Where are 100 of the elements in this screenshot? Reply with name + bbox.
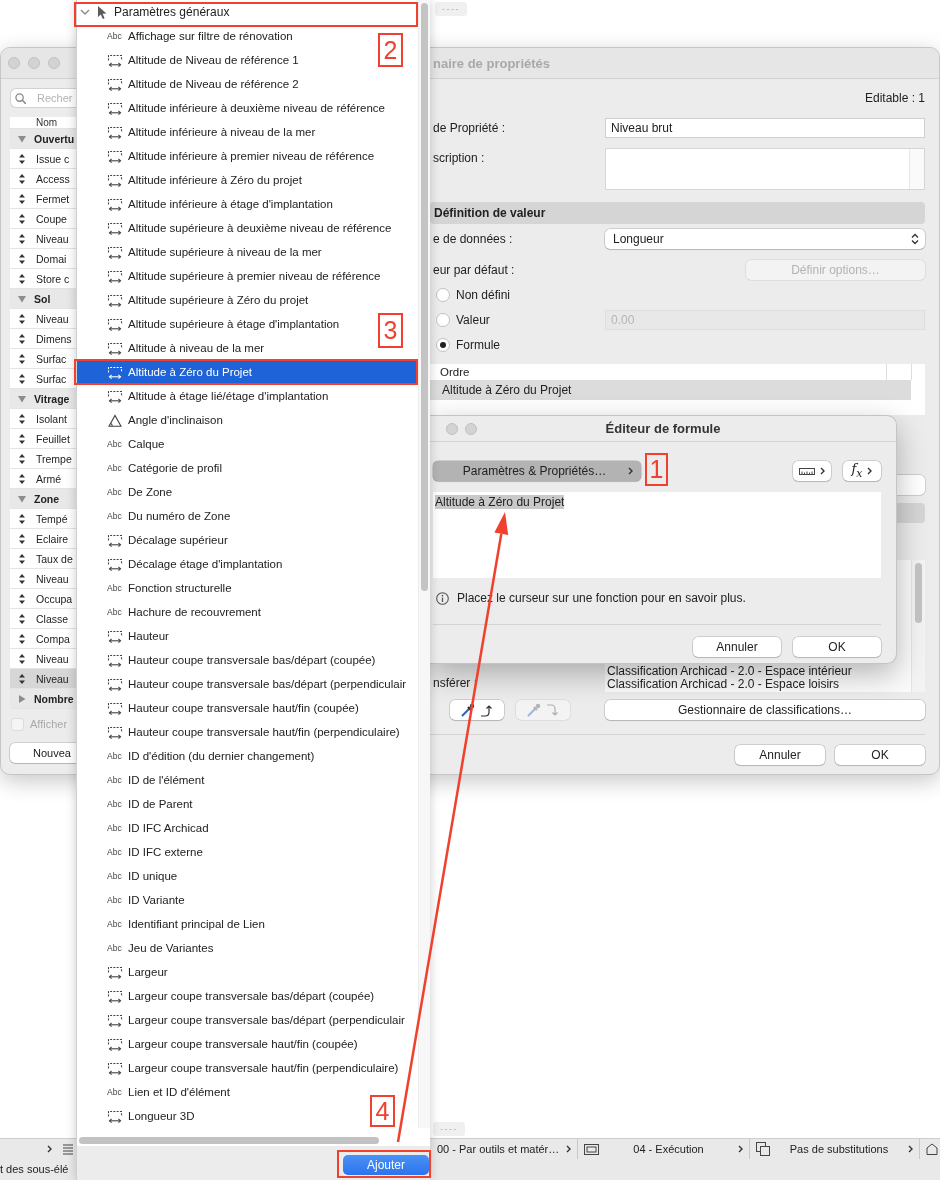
parameter-item[interactable]: Hauteur coupe transversale haut/fin (coupée) xyxy=(77,696,363,720)
stacked-lines-icon[interactable] xyxy=(62,1143,74,1155)
table-row[interactable]: Altitude à Zéro du Projet xyxy=(430,380,911,400)
house-icon[interactable] xyxy=(926,1143,938,1155)
parameter-item[interactable]: Hauteur xyxy=(77,624,173,648)
dialog-button[interactable]: OK xyxy=(793,637,881,657)
parameter-item[interactable]: Altitude de Niveau de référence 2 xyxy=(77,72,303,96)
parameter-item[interactable]: Altitude supérieure à deuxième niveau de référence xyxy=(77,216,396,240)
parameter-item[interactable]: Largeur coupe transversale haut/fin (perpendiculaire) xyxy=(77,1056,403,1080)
classification-item[interactable]: Classification Archicad - 2.0 - Espace loisirs xyxy=(607,678,840,691)
classification-item[interactable]: Classification Archicad - 2.0 - Espace intérieur xyxy=(607,665,852,678)
parameter-item[interactable]: Décalage supérieur xyxy=(77,528,232,552)
parameter-item[interactable]: Altitude inférieure à deuxième niveau de référence xyxy=(77,96,389,120)
parameter-item[interactable]: Largeur coupe transversale bas/départ (coupée) xyxy=(77,984,379,1008)
radio-button[interactable] xyxy=(436,313,450,327)
parameter-item[interactable]: Abc ID d'édition (du dernier changement) xyxy=(77,744,319,768)
parameter-item[interactable]: Altitude inférieure à niveau de la mer xyxy=(77,120,320,144)
parameter-item[interactable]: Abc ID unique xyxy=(77,864,182,888)
parameter-item[interactable]: Abc Jeu de Variantes xyxy=(77,936,218,960)
parameter-item[interactable]: Angle d'inclinaison xyxy=(77,408,227,432)
parameter-item[interactable]: Abc Calque xyxy=(77,432,169,456)
radio-button[interactable] xyxy=(436,288,450,302)
new-button[interactable]: Nouvea xyxy=(10,743,76,763)
parameter-item[interactable]: Abc Fonction structurelle xyxy=(77,576,236,600)
dialog-button[interactable]: Annuler xyxy=(693,637,781,657)
parameter-item[interactable]: Altitude supérieure à premier niveau de référence xyxy=(77,264,385,288)
parameter-item[interactable]: Altitude supérieure à étage d'implantation xyxy=(77,312,344,336)
parameter-item[interactable]: Altitude à étage lié/étage d'implantation xyxy=(77,384,333,408)
scrollbar-thumb[interactable] xyxy=(421,3,428,591)
data-type-select[interactable]: Longueur xyxy=(605,229,925,249)
parameters-menu-button[interactable]: Paramètres & Propriétés… xyxy=(433,461,641,481)
parameter-item[interactable]: Abc Identifiant principal de Lien xyxy=(77,912,269,936)
parameter-item[interactable]: Abc Du numéro de Zone xyxy=(77,504,235,528)
transfer-button[interactable] xyxy=(450,700,504,720)
group-row[interactable]: Zone xyxy=(10,489,76,509)
radio-option[interactable]: Non défini xyxy=(430,288,511,302)
parameter-item[interactable]: Abc Lien et ID d'élément xyxy=(77,1080,234,1104)
parameter-item[interactable]: Abc De Zone xyxy=(77,480,177,504)
parameter-item[interactable]: Altitude de Niveau de référence 1 xyxy=(77,48,303,72)
status-dropdown[interactable]: 04 - Exécution xyxy=(578,1139,750,1159)
parameter-item[interactable]: Abc Affichage sur filtre de rénovation xyxy=(77,24,297,48)
window-control-icon[interactable] xyxy=(28,57,40,69)
parameter-item[interactable]: Hauteur coupe transversale bas/départ (perpendiculair xyxy=(77,672,411,696)
property-row[interactable]: Niveau xyxy=(10,669,76,689)
radio-option[interactable]: Formule xyxy=(430,338,500,352)
parameter-item[interactable]: Décalage étage d'implantation xyxy=(77,552,287,576)
classification-manager-button[interactable]: Gestionnaire de classifications… xyxy=(605,700,925,720)
parameter-item[interactable]: Abc ID de Parent xyxy=(77,792,197,816)
radio-button[interactable] xyxy=(436,338,450,352)
parameter-item[interactable]: Largeur coupe transversale bas/départ (perpendiculair xyxy=(77,1008,409,1032)
radio-option[interactable]: Valeur xyxy=(430,313,490,327)
parameter-item[interactable]: Altitude inférieure à Zéro du projet xyxy=(77,168,306,192)
group-header[interactable]: Paramètres généraux xyxy=(77,0,418,24)
description-field[interactable] xyxy=(605,148,925,190)
status-dropdown[interactable]: Pas de substitutions xyxy=(750,1139,920,1159)
parameter-item[interactable]: Abc ID IFC externe xyxy=(77,840,207,864)
dimension-icon xyxy=(107,557,123,571)
units-menu-button[interactable] xyxy=(793,461,831,481)
disclosure-triangle-icon[interactable] xyxy=(18,134,26,143)
parameter-item[interactable]: Abc ID Variante xyxy=(77,888,189,912)
window-control-icon[interactable] xyxy=(8,57,20,69)
parameter-item[interactable]: Abc ID IFC Archicad xyxy=(77,816,213,840)
disclosure-triangle-icon[interactable] xyxy=(18,494,26,503)
parameter-item[interactable]: Longueur 3D xyxy=(77,1104,199,1128)
parameter-item[interactable]: Largeur coupe transversale haut/fin (coupée) xyxy=(77,1032,362,1056)
parameter-item[interactable]: Abc Catégorie de profil xyxy=(77,456,226,480)
dialog-button[interactable]: OK xyxy=(835,745,925,765)
parameter-item[interactable]: Altitude supérieure à Zéro du projet xyxy=(77,288,313,312)
functions-menu-button[interactable]: f$_{x}$ xyxy=(843,461,881,481)
formula-field[interactable]: Altitude à Zéro du Projet xyxy=(433,492,881,578)
window-control-icon[interactable] xyxy=(48,57,60,69)
chevron-right-icon[interactable] xyxy=(47,1145,52,1153)
add-button[interactable]: Ajouter xyxy=(343,1155,429,1175)
parameter-item[interactable]: Altitude à Zéro du Projet xyxy=(77,360,418,384)
parameter-item[interactable]: Abc ID de l'élément xyxy=(77,768,209,792)
chevron-down-icon[interactable] xyxy=(80,7,90,17)
parameter-item[interactable]: Largeur xyxy=(77,960,172,984)
group-row[interactable]: Vitrage xyxy=(10,389,76,409)
property-name-field[interactable]: Niveau brut xyxy=(605,118,925,138)
column-header[interactable]: Ordre xyxy=(430,364,470,380)
group-row[interactable]: Sol xyxy=(10,289,76,309)
window-control-icon[interactable] xyxy=(465,422,477,435)
disclosure-triangle-icon[interactable] xyxy=(18,394,26,403)
parameter-item[interactable]: Hauteur coupe transversale haut/fin (perpendiculaire) xyxy=(77,720,404,744)
parameter-item[interactable]: Abc Hachure de recouvrement xyxy=(77,600,265,624)
parameter-item[interactable]: Altitude à niveau de la mer xyxy=(77,336,269,360)
parameter-item[interactable]: Altitude inférieure à premier niveau de référence xyxy=(77,144,379,168)
disclosure-triangle-icon[interactable] xyxy=(18,294,26,303)
dialog-button[interactable]: Annuler xyxy=(735,745,825,765)
group-row[interactable]: Nombre xyxy=(10,689,76,709)
status-dropdown[interactable]: 00 - Par outils et matér… xyxy=(430,1139,578,1159)
disclosure-triangle-icon[interactable] xyxy=(18,694,26,703)
scrollbar-thumb[interactable] xyxy=(915,563,922,623)
search-field[interactable]: Recher xyxy=(10,88,76,108)
group-row[interactable]: Ouvertu xyxy=(10,129,76,149)
parameter-item[interactable]: Altitude inférieure à étage d'implantation xyxy=(77,192,337,216)
window-control-icon[interactable] xyxy=(446,422,458,435)
parameter-item[interactable]: Altitude supérieure à niveau de la mer xyxy=(77,240,326,264)
parameter-item[interactable]: Hauteur coupe transversale bas/départ (coupée) xyxy=(77,648,380,672)
scrollbar-thumb[interactable] xyxy=(79,1137,379,1144)
